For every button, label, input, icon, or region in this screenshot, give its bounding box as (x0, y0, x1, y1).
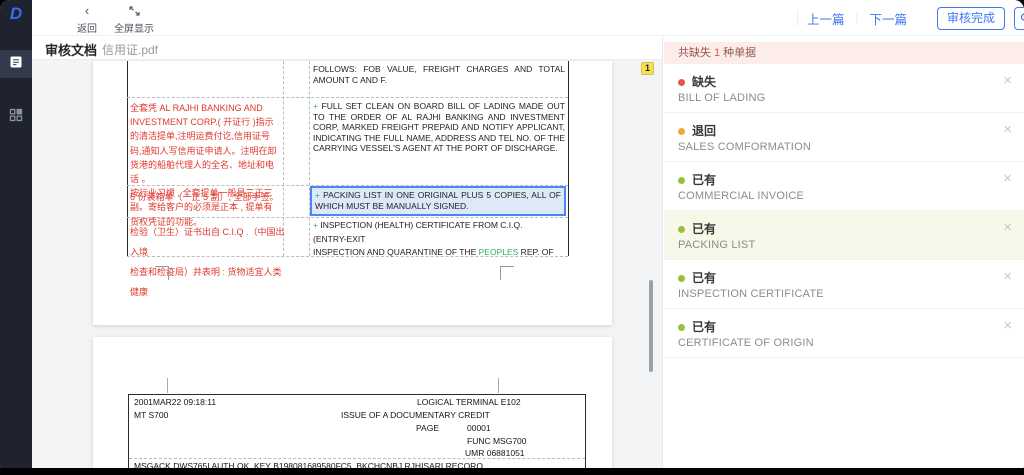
fullscreen-button[interactable]: 全屏显示 (110, 5, 158, 35)
checklist-items: 缺失 BILL OF LADING × 退回 SALES COMFORMATIO… (664, 64, 1024, 358)
close-icon[interactable]: × (1003, 269, 1012, 284)
swift-page-label: PAGE (416, 423, 439, 433)
swift-umr: UMR 06881051 (465, 448, 525, 458)
app-logo: D (9, 4, 23, 23)
back-button[interactable]: ‹ 返回 (72, 3, 102, 35)
back-icon: ‹ (84, 3, 90, 18)
crop-mark (498, 378, 499, 393)
packing-list-highlight[interactable]: + PACKING LIST IN ONE ORIGINAL PLUS 5 CO… (310, 186, 566, 216)
list-item-commercial-invoice[interactable]: 已有 COMMERCIAL INVOICE × (664, 162, 1024, 211)
pdf-page-2: 2001MAR22 09:18:11 LOGICAL TERMINAL E102… (93, 337, 612, 468)
plus-marker: + (313, 101, 318, 111)
close-icon[interactable]: × (1003, 318, 1012, 333)
table-border (309, 61, 310, 256)
close-icon[interactable]: × (1003, 171, 1012, 186)
status-badge: 已有 (692, 271, 717, 285)
status-dot (678, 226, 685, 233)
missing-summary: 共缺失 1 种单据 (664, 42, 1024, 64)
swift-func: FUNC MSG700 (467, 436, 527, 446)
status-badge: 已有 (692, 173, 717, 187)
doc-text-bol: + FULL SET CLEAN ON BOARD BILL OF LADING… (313, 101, 565, 154)
list-item-certificate-of-origin[interactable]: 已有 CERTIFICATE OF ORIGIN × (664, 309, 1024, 358)
doc-nav: 上一篇 ｜ 下一篇 (807, 0, 907, 36)
toolbar-divider (797, 10, 798, 26)
review-complete-button[interactable]: 审核完成 (937, 7, 1005, 30)
list-item-bill-of-lading[interactable]: 缺失 BILL OF LADING × (664, 64, 1024, 113)
list-item-packing-list[interactable]: 已有 PACKING LIST × (664, 211, 1024, 260)
swift-terminal: LOGICAL TERMINAL E102 (417, 397, 521, 407)
download-button[interactable] (1014, 7, 1024, 30)
status-dot (678, 177, 685, 184)
document-name: CERTIFICATE OF ORIGIN (678, 337, 814, 349)
document-filename: 信用证.pdf (102, 43, 159, 57)
document-name: PACKING LIST (678, 239, 756, 251)
sidebar-item-documents[interactable] (0, 50, 32, 78)
topbar: ‹ 返回 全屏显示 上一篇 ｜ 下一篇 审核完成 (32, 0, 1024, 36)
status-dot (678, 324, 685, 331)
close-icon[interactable]: × (1003, 73, 1012, 88)
fullscreen-label: 全屏显示 (114, 24, 154, 35)
table-border (127, 61, 128, 256)
swift-message-box: 2001MAR22 09:18:11 LOGICAL TERMINAL E102… (128, 394, 586, 468)
checklist-panel: 共缺失 1 种单据 缺失 BILL OF LADING × 退回 SALES COM… (662, 36, 1024, 468)
crop-mark (500, 266, 514, 280)
plus-marker: + (315, 190, 320, 200)
plus-marker: + (313, 220, 318, 230)
swift-page-number: 00001 (467, 423, 491, 433)
status-badge: 已有 (692, 222, 717, 236)
swift-msgack: MSGACK DWS765I AUTH OK, KEY B19808168958… (134, 461, 483, 468)
doc-text-packing-list: + PACKING LIST IN ONE ORIGINAL PLUS 5 CO… (315, 190, 561, 211)
crop-mark (167, 378, 168, 393)
status-badge: 已有 (692, 320, 717, 334)
document-name: INSPECTION CERTIFICATE (678, 288, 824, 300)
app-window: D ‹ 返回 全屏显示 上一篇 ｜ 下一篇 审核完成 审核文档 信用证.pdf … (0, 0, 1024, 475)
swift-divider (129, 458, 585, 459)
pdf-page-1: FOLLOWS: FOB VALUE, FREIGHT CHARGES AND … (93, 61, 612, 325)
crop-mark (155, 266, 169, 280)
doc-annotation-packing-cn: 6 份装箱单（一正 5 副）, 全部手签。 (130, 192, 279, 202)
doc-text-follows: FOLLOWS: FOB VALUE, FREIGHT CHARGES AND … (313, 64, 565, 85)
cloud-download-icon (1020, 10, 1024, 28)
missing-count: 1 (714, 47, 721, 59)
status-dot (678, 79, 685, 86)
viewport-scrollbar[interactable] (649, 280, 653, 372)
close-icon[interactable]: × (1003, 122, 1012, 137)
status-badge: 缺失 (692, 75, 717, 89)
sidebar: D (0, 0, 32, 468)
prev-doc-link[interactable]: 上一篇 (807, 9, 845, 28)
sidebar-item-apps[interactable] (0, 103, 32, 131)
swift-timestamp: 2001MAR22 09:18:11 (134, 397, 217, 407)
document-subheader: 审核文档 信用证.pdf (32, 36, 662, 60)
page-title: 审核文档 (45, 43, 98, 58)
document-viewport[interactable]: FOLLOWS: FOB VALUE, FREIGHT CHARGES AND … (32, 60, 662, 468)
app-chrome: D ‹ 返回 全屏显示 上一篇 ｜ 下一篇 审核完成 审核文档 信用证.pdf … (0, 0, 1024, 468)
annotation-badge-1[interactable]: 1 (641, 62, 654, 75)
swift-title: ISSUE OF A DOCUMENTARY CREDIT (341, 410, 490, 420)
table-border (127, 97, 568, 98)
fullscreen-icon (128, 5, 141, 18)
doc-annotation-inspection-cn: 检验（卫生）证书出自 C.I.Q .（中国出入境 检查和检疫局）并表明 : 货物… (130, 227, 285, 297)
grid-icon (9, 108, 23, 127)
status-dot (678, 275, 685, 282)
status-dot (678, 128, 685, 135)
table-border (568, 61, 569, 256)
swift-mt: MT S700 (134, 410, 169, 420)
document-name: COMMERCIAL INVOICE (678, 190, 805, 202)
doc-annotation-bol-cn: 全套凭 AL RAJHI BANKING AND INVESTMENT CORP… (130, 103, 277, 227)
nav-separator: ｜ (851, 13, 863, 25)
list-item-inspection-certificate[interactable]: 已有 INSPECTION CERTIFICATE × (664, 260, 1024, 309)
document-name: BILL OF LADING (678, 92, 766, 104)
close-icon[interactable]: × (1003, 220, 1012, 235)
document-name: SALES COMFORMATION (678, 141, 811, 153)
document-icon (9, 55, 23, 74)
status-badge: 退回 (692, 124, 717, 138)
back-label: 返回 (77, 24, 97, 35)
doc-text-inspection: + INSPECTION (HEALTH) CERTIFICATE FROM C… (313, 220, 554, 257)
list-item-sales-comformation[interactable]: 退回 SALES COMFORMATION × (664, 113, 1024, 162)
doc-text-green: PEOPLES (478, 247, 519, 257)
next-doc-link[interactable]: 下一篇 (870, 9, 908, 28)
